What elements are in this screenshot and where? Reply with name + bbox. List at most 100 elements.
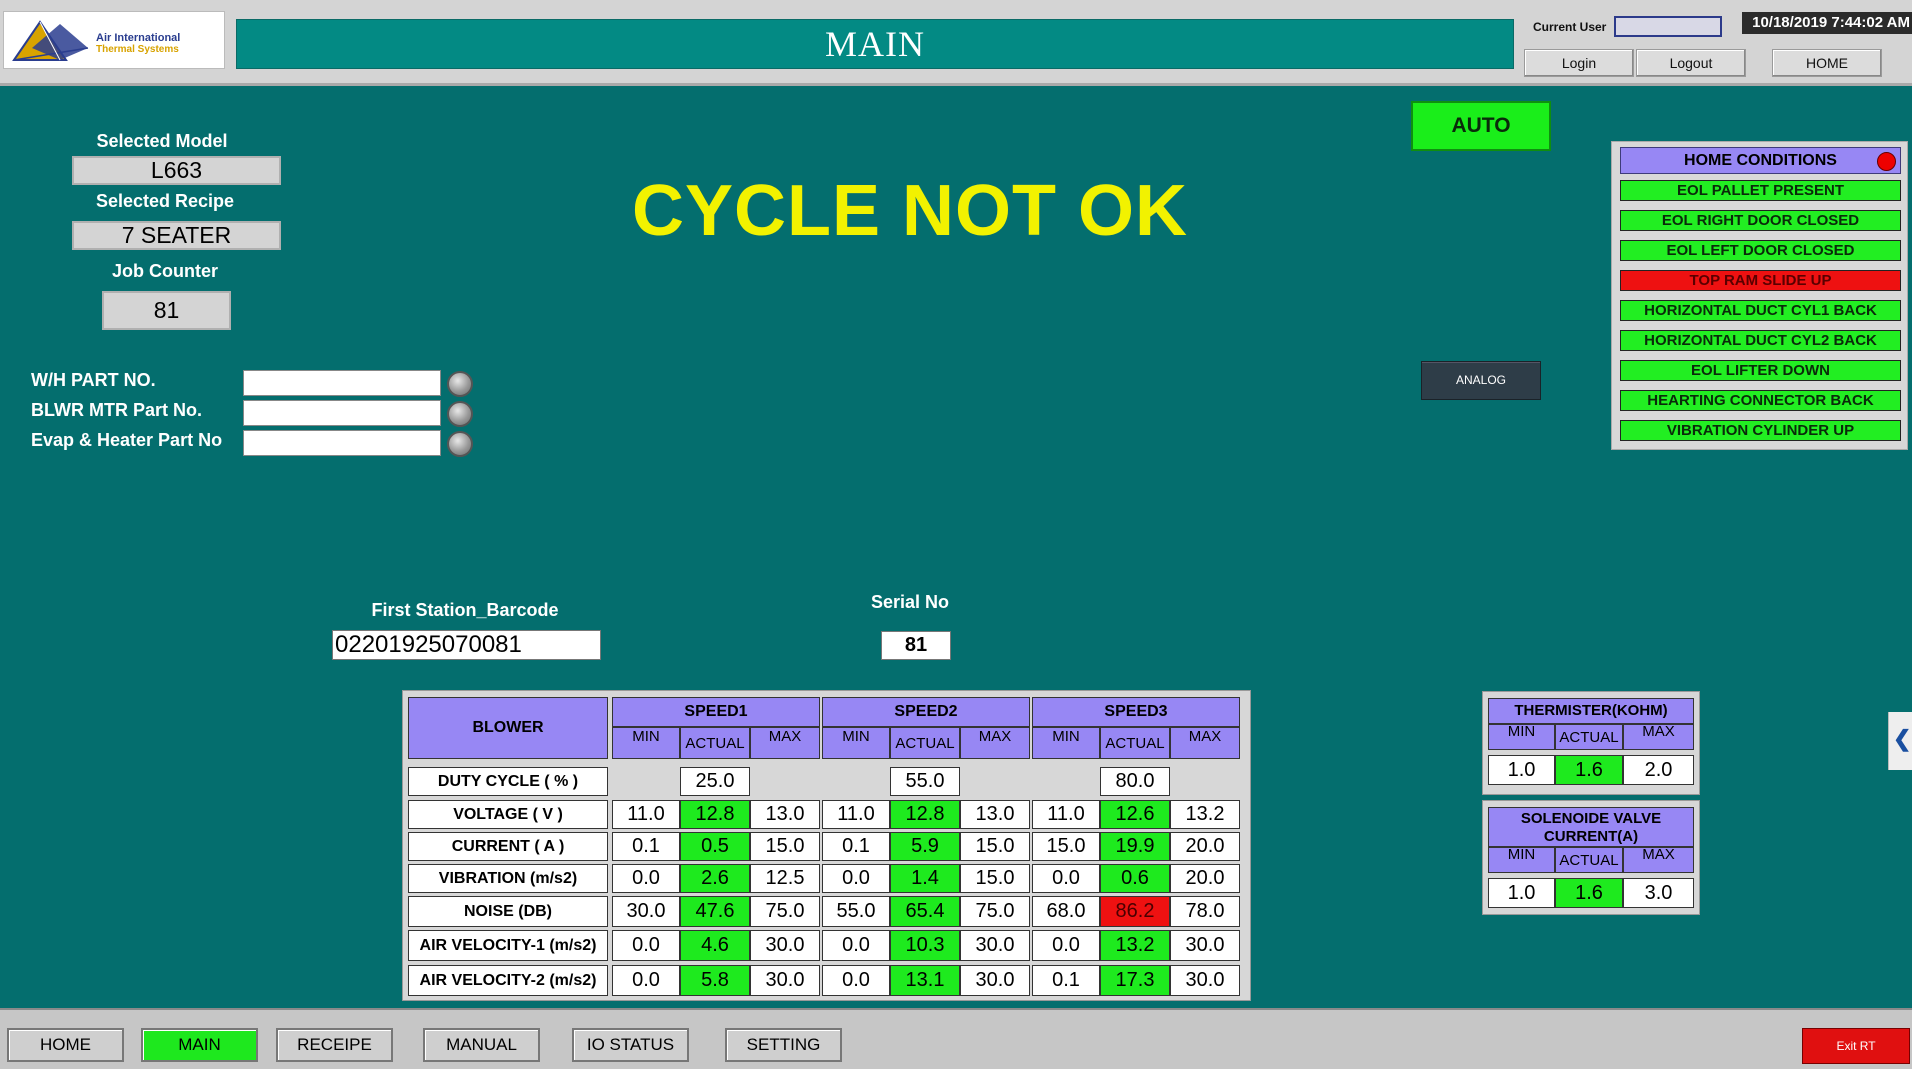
blower-speed3-max-value: 20.0 <box>1170 832 1240 861</box>
logo-text-line1: Air International <box>96 32 181 44</box>
blower-row-label: AIR VELOCITY-1 (m/s2) <box>408 930 608 961</box>
blower-speed2-max-value: 30.0 <box>960 965 1030 996</box>
blower-speed1-min-value: 11.0 <box>612 800 680 829</box>
evap-part-input[interactable] <box>243 430 441 456</box>
blower-speed3-actual-value: 19.9 <box>1100 832 1170 861</box>
speed1-actual-header: ACTUAL <box>680 727 750 759</box>
solenoid-max: 3.0 <box>1623 878 1694 908</box>
blower-speed3-actual-value: 17.3 <box>1100 965 1170 996</box>
home-condition-item: HEARTING CONNECTOR BACK <box>1620 390 1901 411</box>
current-user-label: Current User <box>1533 20 1607 34</box>
blower-speed2-max-value: 13.0 <box>960 800 1030 829</box>
home-status-indicator <box>1877 152 1896 171</box>
blower-speed2-min-value: 0.0 <box>822 965 890 996</box>
blower-speed1-actual-value: 2.6 <box>680 864 750 893</box>
blower-speed3-min-value: 15.0 <box>1032 832 1100 861</box>
duty-cycle-speed1: 25.0 <box>680 767 750 796</box>
blower-speed2-actual-value: 1.4 <box>890 864 960 893</box>
thermister-min-header: MIN <box>1488 724 1555 750</box>
blower-speed1-min-value: 0.0 <box>612 930 680 961</box>
thermister-actual-header: ACTUAL <box>1555 724 1623 750</box>
serial-label: Serial No <box>870 592 950 612</box>
blower-speed2-min-value: 55.0 <box>822 896 890 927</box>
wh-part-scan-button[interactable] <box>447 371 473 397</box>
selected-recipe-value: 7 SEATER <box>72 221 281 250</box>
blower-speed3-actual-value: 13.2 <box>1100 930 1170 961</box>
blower-speed3-max-value: 20.0 <box>1170 864 1240 893</box>
blower-speed1-max-value: 30.0 <box>750 930 820 961</box>
nav-receipe-button[interactable]: RECEIPE <box>276 1028 393 1062</box>
datetime-display: 10/18/2019 7:44:02 AM <box>1742 12 1912 34</box>
evap-part-scan-button[interactable] <box>447 431 473 457</box>
blower-speed1-min-value: 0.1 <box>612 832 680 861</box>
blower-speed3-max-value: 30.0 <box>1170 965 1240 996</box>
blower-speed2-max-value: 75.0 <box>960 896 1030 927</box>
speed1-header: SPEED1 <box>612 697 820 727</box>
page-title: MAIN <box>236 19 1514 69</box>
side-collapse-tab[interactable]: ❮ <box>1888 712 1912 770</box>
thermister-actual: 1.6 <box>1555 755 1623 785</box>
home-condition-item: EOL PALLET PRESENT <box>1620 180 1901 201</box>
blower-speed2-max-value: 30.0 <box>960 930 1030 961</box>
thermister-max: 2.0 <box>1623 755 1694 785</box>
blower-row-label: AIR VELOCITY-2 (m/s2) <box>408 965 608 996</box>
solenoid-actual: 1.6 <box>1555 878 1623 908</box>
company-logo: Air International Thermal Systems <box>3 11 225 69</box>
selected-model-label: Selected Model <box>96 131 228 151</box>
blower-speed1-actual-value: 12.8 <box>680 800 750 829</box>
speed3-min-header: MIN <box>1032 727 1100 759</box>
duty-cycle-speed3: 80.0 <box>1100 767 1170 796</box>
evap-part-label: Evap & Heater Part No <box>31 430 223 450</box>
blower-speed2-actual-value: 65.4 <box>890 896 960 927</box>
header-home-button[interactable]: HOME <box>1772 49 1882 77</box>
blower-speed3-min-value: 0.0 <box>1032 864 1100 893</box>
nav-io-status-button[interactable]: IO STATUS <box>572 1028 689 1062</box>
nav-home-button[interactable]: HOME <box>7 1028 124 1062</box>
blower-speed1-max-value: 13.0 <box>750 800 820 829</box>
barcode-field: 02201925070081 <box>332 630 601 660</box>
blower-speed1-max-value: 75.0 <box>750 896 820 927</box>
current-user-field <box>1614 16 1722 37</box>
home-conditions-panel: HOME CONDITIONS EOL PALLET PRESENT EOL R… <box>1611 141 1908 450</box>
blower-row-label: CURRENT ( A ) <box>408 832 608 861</box>
logout-button[interactable]: Logout <box>1636 49 1746 77</box>
solenoid-max-header: MAX <box>1623 847 1694 873</box>
blwr-part-scan-button[interactable] <box>447 401 473 427</box>
analog-button[interactable]: ANALOG <box>1421 361 1541 400</box>
blower-speed3-max-value: 30.0 <box>1170 930 1240 961</box>
chevron-left-icon: ❮ <box>1893 726 1912 751</box>
login-button[interactable]: Login <box>1524 49 1634 77</box>
blower-speed1-min-value: 0.0 <box>612 864 680 893</box>
wh-part-input[interactable] <box>243 370 441 396</box>
blower-speed2-actual-value: 5.9 <box>890 832 960 861</box>
thermister-max-header: MAX <box>1623 724 1694 750</box>
blwr-part-input[interactable] <box>243 400 441 426</box>
cycle-status: CYCLE NOT OK <box>631 171 1188 251</box>
nav-setting-button[interactable]: SETTING <box>725 1028 842 1062</box>
exit-runtime-button[interactable]: Exit RT <box>1802 1028 1910 1064</box>
blower-speed1-actual-value: 47.6 <box>680 896 750 927</box>
home-conditions-header: HOME CONDITIONS <box>1620 147 1901 174</box>
nav-manual-button[interactable]: MANUAL <box>423 1028 540 1062</box>
nav-main-button[interactable]: MAIN <box>141 1028 258 1062</box>
speed1-min-header: MIN <box>612 727 680 759</box>
blower-speed1-min-value: 0.0 <box>612 965 680 996</box>
blower-speed2-actual-value: 12.8 <box>890 800 960 829</box>
job-counter-label: Job Counter <box>112 261 218 281</box>
home-conditions-title: HOME CONDITIONS <box>1684 152 1837 169</box>
barcode-label: First Station_Barcode <box>371 600 559 620</box>
solenoid-header: SOLENOIDE VALVE CURRENT(A) <box>1488 807 1694 847</box>
solenoid-min: 1.0 <box>1488 878 1555 908</box>
blower-speed1-actual-value: 0.5 <box>680 832 750 861</box>
home-condition-item: EOL LEFT DOOR CLOSED <box>1620 240 1901 261</box>
speed2-header: SPEED2 <box>822 697 1030 727</box>
selected-model-value: L663 <box>72 156 281 185</box>
blower-row-label: VOLTAGE ( V ) <box>408 800 608 829</box>
home-condition-item: EOL LIFTER DOWN <box>1620 360 1901 381</box>
auto-mode-button[interactable]: AUTO <box>1411 101 1551 151</box>
selected-recipe-label: Selected Recipe <box>95 191 235 211</box>
home-condition-item: HORIZONTAL DUCT CYL2 BACK <box>1620 330 1901 351</box>
thermister-min: 1.0 <box>1488 755 1555 785</box>
blower-speed2-max-value: 15.0 <box>960 864 1030 893</box>
home-condition-item: TOP RAM SLIDE UP <box>1620 270 1901 291</box>
